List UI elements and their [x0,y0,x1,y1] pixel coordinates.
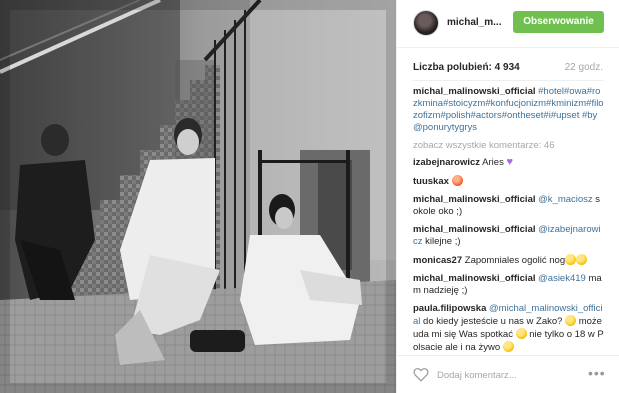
comment-username[interactable]: monicas27 [413,255,462,266]
laughing-emoji-icon [576,254,588,265]
post-timestamp[interactable]: 22 godz. [565,62,603,73]
comment-username[interactable]: izabejnarowicz [413,157,480,168]
likes-count[interactable]: Liczba polubień: 4 934 [413,62,520,73]
smile-emoji-icon [515,328,527,339]
post-header: michal_m... Obserwowanie [397,0,619,48]
post-photo[interactable] [0,0,396,393]
comment-text: Zapomniales ogolić nog [462,255,566,266]
divider [413,80,604,81]
heart-eyes-emoji-icon [451,175,463,186]
photo-scene [0,0,396,393]
heart-outline-icon[interactable] [413,367,429,382]
comment-username[interactable]: paula.filipowska [413,303,486,314]
smile-emoji-icon [565,315,577,326]
comment-item: michal_malinowski_official @izabejnarowi… [413,224,605,248]
post-stats: Liczba polubień: 4 934 22 godz. [413,62,603,76]
comments-list[interactable]: michal_malinowski_official #hotel#owa#ro… [413,86,605,354]
comment-text: do kiedy jesteście u nas w Zako? [420,316,566,327]
comment-username[interactable]: tuuskax [413,176,449,187]
comment-text: Aries [480,157,507,168]
comment-mention[interactable]: @asiek419 [536,273,586,284]
caption: michal_malinowski_official #hotel#owa#ro… [413,86,605,134]
grin-emoji-icon [502,341,514,352]
comment-username[interactable]: michal_malinowski_official [413,224,536,235]
comment-text: kilejne ;) [422,236,461,247]
add-comment-input[interactable] [437,365,587,385]
avatar[interactable] [413,10,439,36]
comment-item: monicas27 Zapomniales ogolić nog [413,254,605,267]
comment-item: izabejnarowicz Aries ♥ [413,157,605,169]
load-more-comments-link[interactable]: zobacz wszystkie komentarze: 46 [413,140,605,152]
comment-username[interactable]: michal_malinowski_official [413,273,536,284]
more-dots-icon[interactable]: ••• [588,366,605,380]
post-sidebar: michal_m... Obserwowanie Liczba polubień… [396,0,619,393]
author-username[interactable]: michal_m... [447,17,501,28]
comment-item: tuuskax [413,175,605,188]
comment-mention[interactable]: @k_maciosz [536,194,593,205]
comment-item: paula.filipowska @michal_malinowski_offi… [413,303,605,354]
comment-item: michal_malinowski_official @asiek419 mam… [413,273,605,297]
comment-item: michal_malinowski_official @k_maciosz so… [413,194,605,218]
caption-username[interactable]: michal_malinowski_official [413,86,536,97]
purple-heart-emoji-icon: ♥ [506,156,513,168]
comment-bar: ••• [397,355,619,393]
follow-button[interactable]: Obserwowanie [513,11,604,33]
comment-username[interactable]: michal_malinowski_official [413,194,536,205]
grimace-emoji-icon [565,254,577,265]
